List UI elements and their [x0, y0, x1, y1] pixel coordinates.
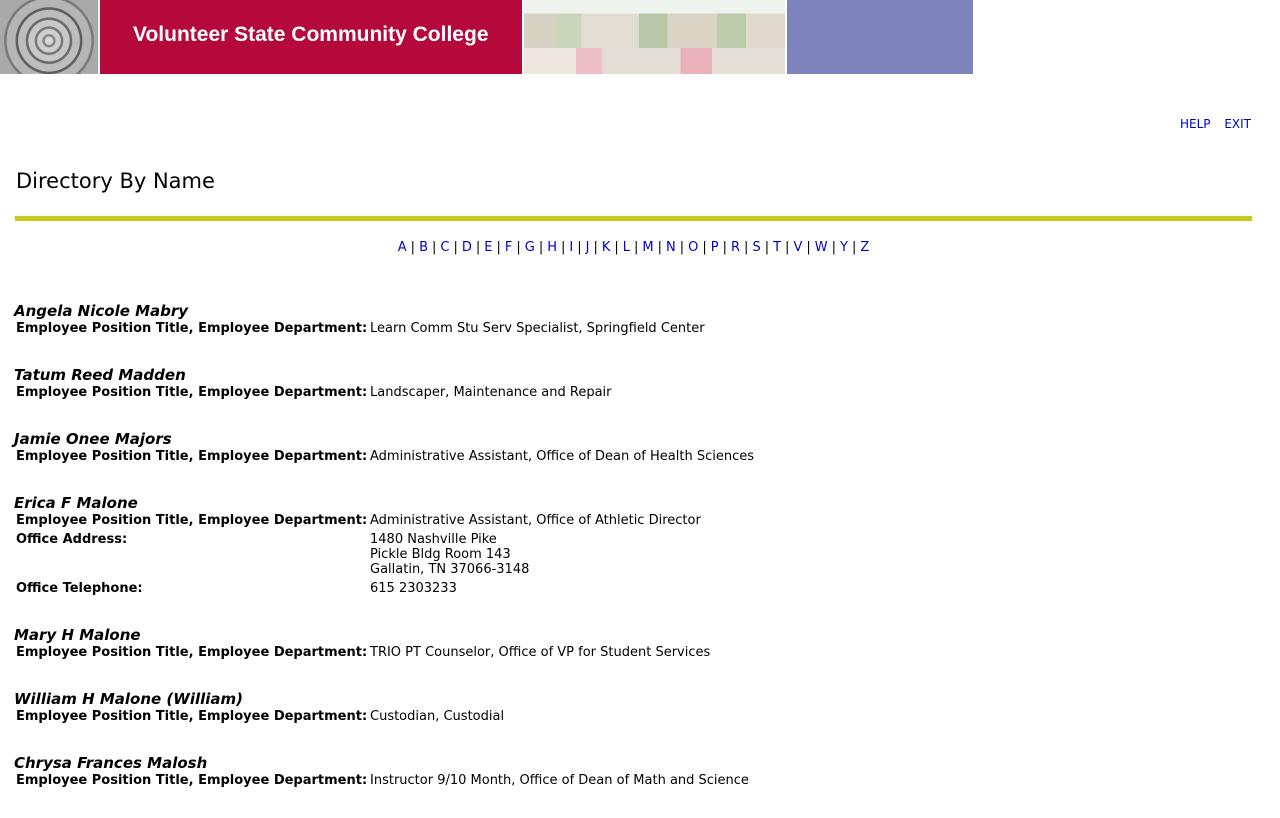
alphabet-separator: |	[851, 240, 857, 255]
exit-link[interactable]: EXIT	[1224, 117, 1251, 131]
alphabet-link-j[interactable]: J	[586, 240, 590, 255]
alphabet-link-b[interactable]: B	[419, 240, 428, 255]
entry-field-row: Employee Position Title, Employee Depart…	[14, 773, 1254, 788]
alphabet-separator: |	[702, 240, 707, 255]
campus-photo	[524, 0, 785, 74]
person-name: Mary H Malone	[14, 626, 141, 644]
field-value: Landscaper, Maintenance and Repair	[370, 385, 612, 400]
alphabet-separator: |	[634, 240, 639, 255]
divider-rule	[15, 216, 1252, 221]
alphabet-separator: |	[410, 240, 416, 255]
help-link[interactable]: HELP	[1180, 117, 1211, 131]
alphabet-link-g[interactable]: G	[525, 240, 535, 255]
alphabet-separator: |	[679, 240, 685, 255]
person-name: Erica F Malone	[14, 494, 138, 512]
person-name: Jamie Onee Majors	[14, 430, 172, 448]
field-label: Office Telephone:	[16, 581, 143, 596]
entry-field-row: Employee Position Title, Employee Depart…	[14, 513, 1254, 528]
alphabet-link-p[interactable]: P	[711, 240, 719, 255]
page-title: Directory By Name	[16, 169, 215, 193]
field-value: TRIO PT Counselor, Office of VP for Stud…	[370, 645, 711, 660]
alphabet-separator: |	[764, 240, 770, 255]
header-banner: Volunteer State Community College	[0, 0, 973, 74]
alphabet-link-v[interactable]: V	[793, 240, 802, 255]
alphabet-separator: |	[657, 240, 663, 255]
person-name: Angela Nicole Mabry	[14, 302, 189, 320]
alphabet-link-z[interactable]: Z	[860, 240, 869, 255]
field-value: Learn Comm Stu Serv Specialist, Springfi…	[370, 321, 705, 336]
alphabet-link-d[interactable]: D	[462, 240, 472, 255]
field-label: Office Address:	[16, 532, 128, 547]
alphabet-separator: |	[475, 240, 481, 255]
alphabet-link-h[interactable]: H	[547, 240, 557, 255]
top-links: HELP EXIT	[1170, 117, 1251, 131]
directory-entry: Erica F Malone Employee Position Title, E…	[14, 494, 1254, 596]
alphabet-separator: |	[806, 240, 811, 255]
banner-title-box: Volunteer State Community College	[100, 0, 522, 74]
person-name: Tatum Reed Madden	[14, 366, 186, 384]
field-label: Employee Position Title, Employee Depart…	[16, 449, 368, 464]
alphabet-link-l[interactable]: L	[623, 240, 630, 255]
alphabet-index: A | B | C | D | E | F | G | H | I | J | K | L | M | N | O | P | R | S | T | V |…	[0, 240, 1267, 255]
alphabet-link-o[interactable]: O	[688, 240, 698, 255]
alphabet-link-t[interactable]: T	[773, 240, 781, 255]
directory-entry: Angela Nicole Mabry Employee Position Tit…	[14, 302, 1254, 336]
field-value: Administrative Assistant, Office of Dean…	[370, 449, 754, 464]
person-name: William H Malone (William)	[14, 690, 244, 708]
alphabet-link-y[interactable]: Y	[840, 240, 848, 255]
alphabet-link-i[interactable]: I	[569, 240, 573, 255]
alphabet-separator: |	[560, 240, 566, 255]
alphabet-separator: |	[785, 240, 790, 255]
alphabet-link-c[interactable]: C	[440, 240, 449, 255]
field-label: Employee Position Title, Employee Depart…	[16, 773, 368, 788]
field-value: 1480 Nashville Pike Pickle Bldg Room 143…	[370, 532, 530, 577]
directory-entry: Jamie Onee Majors Employee Position Title…	[14, 430, 1254, 464]
field-label: Employee Position Title, Employee Depart…	[16, 513, 368, 528]
field-value: Custodian, Custodial	[370, 709, 505, 724]
field-value: 615 2303233	[370, 581, 457, 596]
alphabet-link-a[interactable]: A	[398, 240, 407, 255]
directory-entry: Tatum Reed Madden Employee Position Title…	[14, 366, 1254, 400]
alphabet-link-m[interactable]: M	[642, 240, 653, 255]
field-label: Employee Position Title, Employee Depart…	[16, 385, 368, 400]
banner-color-block	[787, 0, 973, 74]
entry-field-row: Employee Position Title, Employee Depart…	[14, 321, 1254, 336]
entry-field-row: Employee Position Title, Employee Depart…	[14, 385, 1254, 400]
alphabet-separator: |	[516, 240, 521, 255]
alphabet-link-e[interactable]: E	[484, 240, 492, 255]
entry-field-row: Office Telephone: 615 2303233	[14, 581, 1254, 596]
alphabet-separator: |	[722, 240, 727, 255]
field-label: Employee Position Title, Employee Depart…	[16, 709, 368, 724]
alphabet-link-f[interactable]: F	[505, 240, 512, 255]
alphabet-link-k[interactable]: K	[602, 240, 611, 255]
field-label: Employee Position Title, Employee Depart…	[16, 645, 368, 660]
alphabet-separator: |	[577, 240, 582, 255]
field-value: Administrative Assistant, Office of Athl…	[370, 513, 701, 528]
alphabet-link-n[interactable]: N	[666, 240, 676, 255]
field-label: Employee Position Title, Employee Depart…	[16, 321, 368, 336]
college-name: Volunteer State Community College	[133, 23, 489, 46]
alphabet-link-s[interactable]: S	[752, 240, 760, 255]
entry-field-row: Office Address: 1480 Nashville Pike Pickl…	[14, 532, 1254, 577]
alphabet-separator: |	[593, 240, 598, 255]
directory-list: Angela Nicole Mabry Employee Position Tit…	[14, 302, 1254, 818]
alphabet-separator: |	[614, 240, 619, 255]
alphabet-separator: |	[744, 240, 749, 255]
directory-entry: Mary H Malone Employee Position Title, Em…	[14, 626, 1254, 660]
directory-entry: Chrysa Frances Malosh Employee Position T…	[14, 754, 1254, 788]
alphabet-separator: |	[831, 240, 836, 255]
college-seal-image	[0, 0, 98, 74]
entry-field-row: Employee Position Title, Employee Depart…	[14, 709, 1254, 724]
directory-entry: William H Malone (William) Employee Posit…	[14, 690, 1254, 724]
field-value: Instructor 9/10 Month, Office of Dean of…	[370, 773, 749, 788]
alphabet-separator: |	[453, 240, 458, 255]
entry-field-row: Employee Position Title, Employee Depart…	[14, 645, 1254, 660]
person-name: Chrysa Frances Malosh	[14, 754, 208, 772]
entry-field-row: Employee Position Title, Employee Depart…	[14, 449, 1254, 464]
alphabet-separator: |	[496, 240, 501, 255]
alphabet-separator: |	[538, 240, 544, 255]
alphabet-separator: |	[431, 240, 437, 255]
alphabet-link-w[interactable]: W	[815, 240, 828, 255]
alphabet-link-r[interactable]: R	[731, 240, 740, 255]
